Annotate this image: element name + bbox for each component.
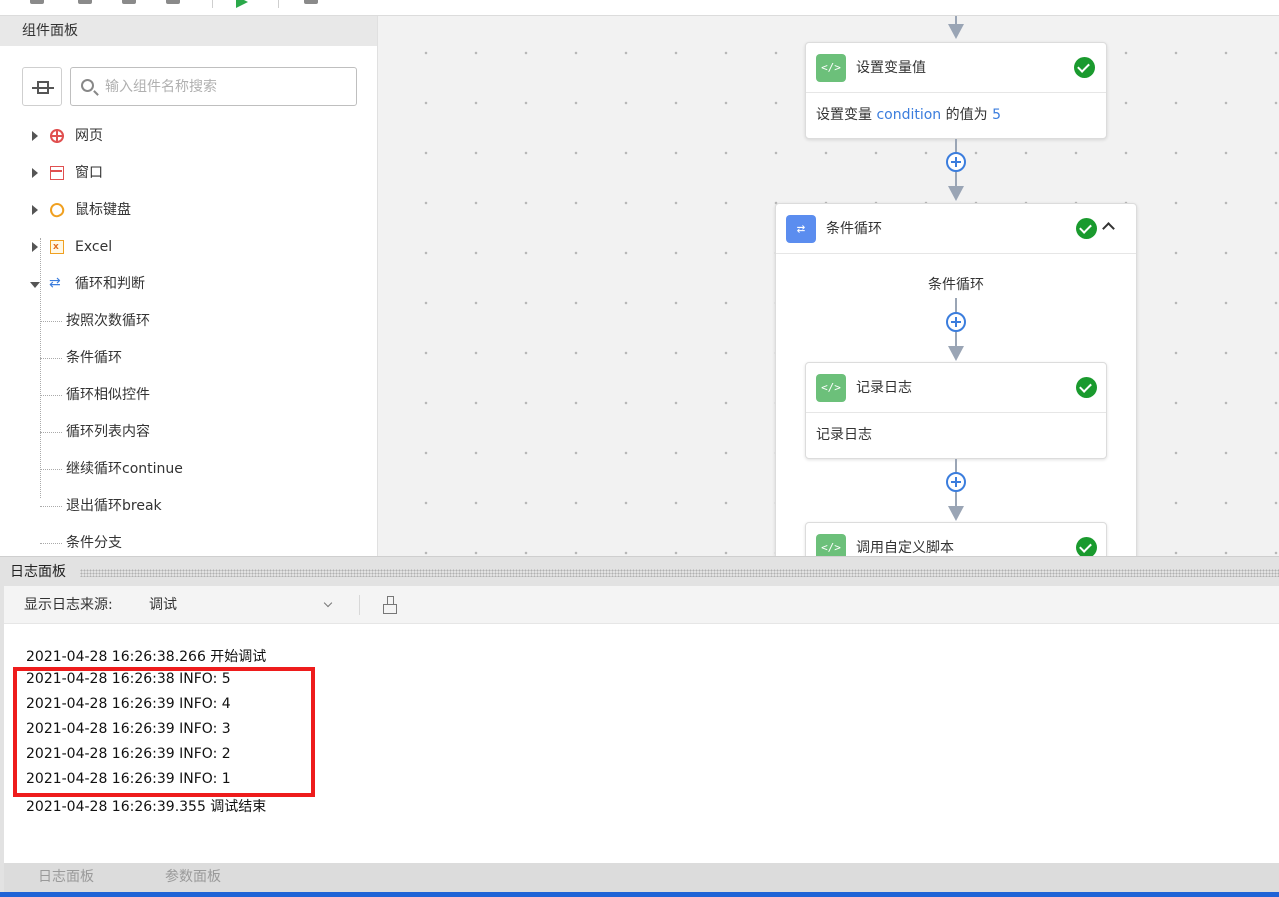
success-check-icon — [1076, 537, 1097, 556]
loop-condition-label: 条件循环 — [928, 277, 984, 293]
node-title: 设置变量值 — [856, 60, 926, 76]
tree-item-mouse-keyboard[interactable]: 鼠标键盘 — [0, 192, 378, 229]
toolbar-divider — [359, 595, 360, 615]
search-row — [22, 67, 357, 106]
mouse-icon — [47, 200, 67, 220]
connector-arrow-icon — [948, 186, 964, 201]
clear-log-icon[interactable] — [382, 596, 398, 614]
node-body: 设置变量 condition 的值为 5 — [806, 93, 1106, 138]
bottom-tab-bar: 日志面板 参数面板 — [4, 863, 1279, 892]
node-title: 记录日志 — [856, 380, 912, 396]
add-step-icon[interactable] — [946, 152, 966, 172]
save-icon[interactable] — [122, 0, 136, 4]
tree-subitem-condition-loop[interactable]: 条件循环 — [0, 340, 378, 377]
connector-arrow-icon — [948, 346, 964, 361]
log-source-value: 调试 — [149, 597, 177, 613]
toolbar-divider — [212, 0, 213, 8]
tree-guide-line — [40, 238, 41, 498]
node-body-text: 设置变量 — [816, 107, 877, 123]
run-icon[interactable] — [236, 0, 248, 8]
tree-item-label: 网页 — [75, 128, 103, 144]
variable-name: condition — [876, 107, 942, 123]
loop-icon: ⇄ — [786, 215, 816, 243]
tab-params-panel[interactable]: 参数面板 — [165, 863, 221, 892]
tree-subitem-continue[interactable]: 继续循环continue — [0, 451, 378, 488]
connector-arrow-icon — [948, 24, 964, 39]
code-icon: </> — [816, 54, 846, 82]
log-panel-title: 日志面板 — [10, 564, 66, 580]
node-custom-script[interactable]: </> 调用自定义脚本 — [805, 522, 1107, 556]
component-panel: 组件面板 网页 窗口 鼠标键盘 Excel — [0, 16, 378, 556]
search-icon — [81, 79, 94, 92]
component-panel-title: 组件面板 — [0, 16, 377, 46]
collapse-icon[interactable] — [1102, 222, 1115, 235]
log-line: 2021-04-28 16:26:39.355 调试结束 — [26, 799, 267, 815]
add-step-icon[interactable] — [946, 472, 966, 492]
toolbar-icon[interactable] — [166, 0, 180, 4]
node-set-variable[interactable]: </> 设置变量值 设置变量 condition 的值为 5 — [805, 42, 1107, 139]
toolbar-icon[interactable] — [30, 0, 44, 4]
success-check-icon — [1074, 57, 1095, 78]
fit-view-button[interactable] — [22, 67, 62, 106]
node-body-text: 的值为 — [941, 107, 993, 123]
tab-log-panel[interactable]: 日志面板 — [38, 863, 94, 892]
globe-icon — [50, 129, 64, 143]
node-title: 条件循环 — [826, 221, 882, 237]
node-title: 调用自定义脚本 — [856, 540, 954, 556]
code-icon: </> — [816, 374, 846, 402]
chevron-down-icon — [323, 598, 333, 608]
log-toolbar: 显示日志来源: 调试 — [4, 586, 1279, 624]
loop-icon — [49, 265, 64, 302]
search-box[interactable] — [70, 67, 357, 106]
expand-arrow-icon[interactable] — [32, 205, 38, 215]
tree-subitem-count-loop[interactable]: 按照次数循环 — [0, 303, 378, 340]
log-line: 2021-04-28 16:26:38.266 开始调试 — [26, 649, 267, 665]
log-source-label: 显示日志来源: — [24, 597, 113, 613]
log-panel-header[interactable]: 日志面板 — [0, 556, 1279, 586]
toolbar-divider — [278, 0, 279, 8]
tree-subitem-similar-control-loop[interactable]: 循环相似控件 — [0, 377, 378, 414]
tree-subitem-list-loop[interactable]: 循环列表内容 — [0, 414, 378, 451]
excel-icon — [50, 229, 64, 266]
window-icon — [50, 166, 64, 180]
flow-canvas[interactable]: </> 设置变量值 设置变量 condition 的值为 5 ⇄ 条件循环 条件… — [378, 16, 1279, 556]
node-header: </> 记录日志 — [806, 363, 1106, 413]
status-bar — [0, 892, 1279, 897]
node-body: 记录日志 — [816, 427, 872, 443]
tree-item-window[interactable]: 窗口 — [0, 155, 378, 192]
node-header: </> 调用自定义脚本 — [806, 523, 1106, 556]
toolbar-icon[interactable] — [304, 0, 318, 4]
code-icon: </> — [816, 534, 846, 556]
tree-item-label: 窗口 — [75, 165, 103, 181]
tree-item-web[interactable]: 网页 — [0, 118, 378, 155]
tree-item-label: Excel — [75, 239, 113, 255]
node-header: ⇄ 条件循环 — [776, 204, 1136, 254]
resize-grip[interactable] — [80, 569, 1279, 577]
variable-value: 5 — [992, 107, 1002, 123]
node-header: </> 设置变量值 — [806, 43, 1106, 93]
collapse-arrow-icon[interactable] — [30, 282, 40, 288]
annotation-highlight-box — [13, 667, 315, 797]
component-tree: 网页 窗口 鼠标键盘 Excel 循环和判断 按照次数循环 条件循环 循环相似控… — [0, 118, 378, 562]
expand-arrow-icon[interactable] — [32, 131, 38, 141]
success-check-icon — [1076, 218, 1097, 239]
tree-item-label: 循环和判断 — [75, 276, 145, 292]
success-check-icon — [1076, 377, 1097, 398]
tree-item-loop-and-condition[interactable]: 循环和判断 — [0, 265, 378, 303]
add-step-icon[interactable] — [946, 312, 966, 332]
connector-arrow-icon — [948, 506, 964, 521]
tree-item-excel[interactable]: Excel — [0, 229, 378, 266]
node-write-log[interactable]: </> 记录日志 记录日志 — [805, 362, 1107, 459]
tree-item-label: 鼠标键盘 — [75, 202, 131, 218]
expand-arrow-icon[interactable] — [32, 168, 38, 178]
expand-arrow-icon[interactable] — [32, 242, 38, 252]
search-input[interactable] — [105, 76, 345, 98]
log-source-select[interactable]: 调试 — [149, 586, 339, 624]
tree-subitem-break[interactable]: 退出循环break — [0, 488, 378, 525]
toolbar-icon[interactable] — [78, 0, 92, 4]
top-toolbar — [0, 0, 1279, 16]
